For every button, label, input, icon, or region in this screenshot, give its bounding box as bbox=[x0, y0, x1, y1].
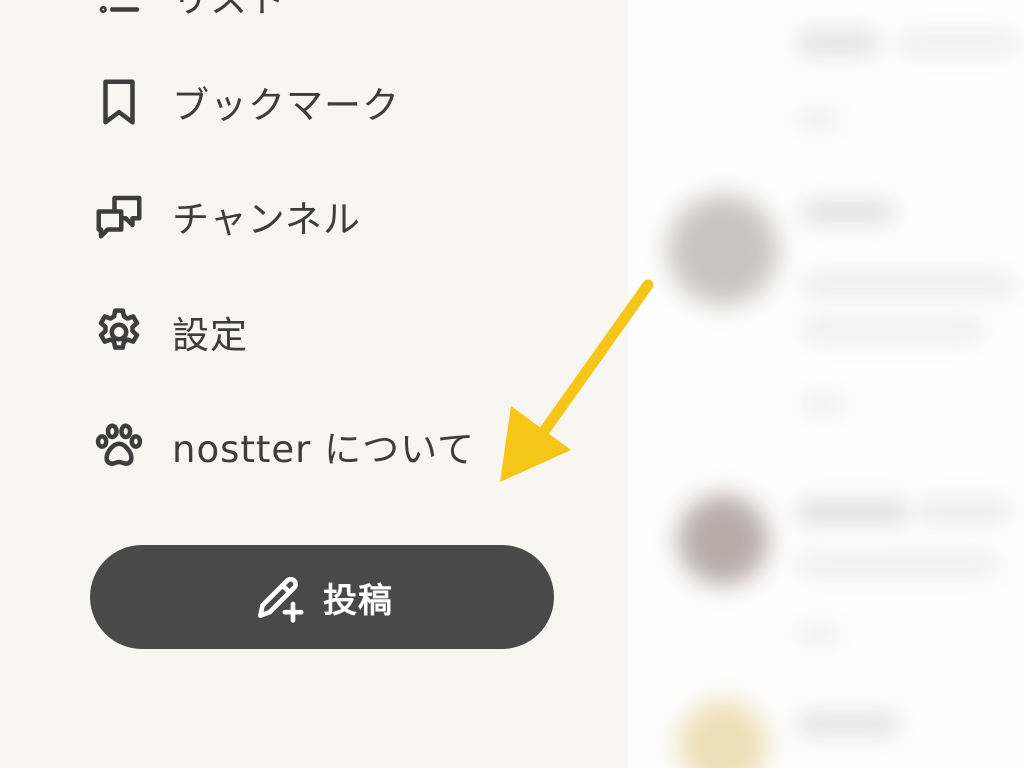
sidebar-item-channel[interactable]: チャンネル bbox=[92, 186, 361, 246]
blurred-text bbox=[798, 30, 878, 56]
blurred-text bbox=[803, 395, 843, 413]
blurred-text bbox=[918, 500, 1008, 522]
timeline-blurred bbox=[628, 0, 1024, 768]
blurred-text bbox=[898, 34, 1018, 52]
sidebar-item-bookmark[interactable]: ブックマーク bbox=[92, 72, 400, 132]
sidebar: リスト ブックマーク チャンネル 設定 bbox=[0, 0, 628, 768]
sidebar-item-label: ブックマーク bbox=[172, 84, 400, 127]
post-button[interactable]: 投稿 bbox=[90, 545, 554, 649]
sidebar-item-settings[interactable]: 設定 bbox=[92, 302, 248, 362]
list-icon bbox=[92, 0, 148, 24]
post-button-label: 投稿 bbox=[323, 580, 393, 621]
sidebar-item-label: nostter について bbox=[172, 428, 476, 471]
avatar bbox=[678, 495, 768, 585]
pencil-plus-icon bbox=[258, 576, 304, 623]
blurred-text bbox=[798, 110, 838, 128]
sidebar-item-label: リスト bbox=[172, 0, 286, 23]
avatar bbox=[668, 195, 778, 305]
blurred-text bbox=[798, 625, 838, 643]
blurred-text bbox=[798, 500, 908, 524]
sidebar-item-label: 設定 bbox=[172, 314, 248, 357]
avatar bbox=[678, 700, 768, 768]
paw-icon bbox=[92, 418, 148, 474]
blurred-text bbox=[803, 275, 1013, 295]
blurred-text bbox=[798, 555, 998, 575]
sidebar-item-about[interactable]: nostter について bbox=[92, 416, 475, 476]
blurred-text bbox=[803, 320, 983, 340]
sidebar-item-label: チャンネル bbox=[172, 198, 361, 241]
sidebar-item-list[interactable]: リスト bbox=[92, 0, 286, 26]
blurred-text bbox=[803, 200, 893, 224]
gear-icon bbox=[92, 304, 148, 360]
bookmark-icon bbox=[92, 74, 148, 130]
channel-icon bbox=[92, 188, 148, 244]
blurred-text bbox=[798, 712, 898, 736]
